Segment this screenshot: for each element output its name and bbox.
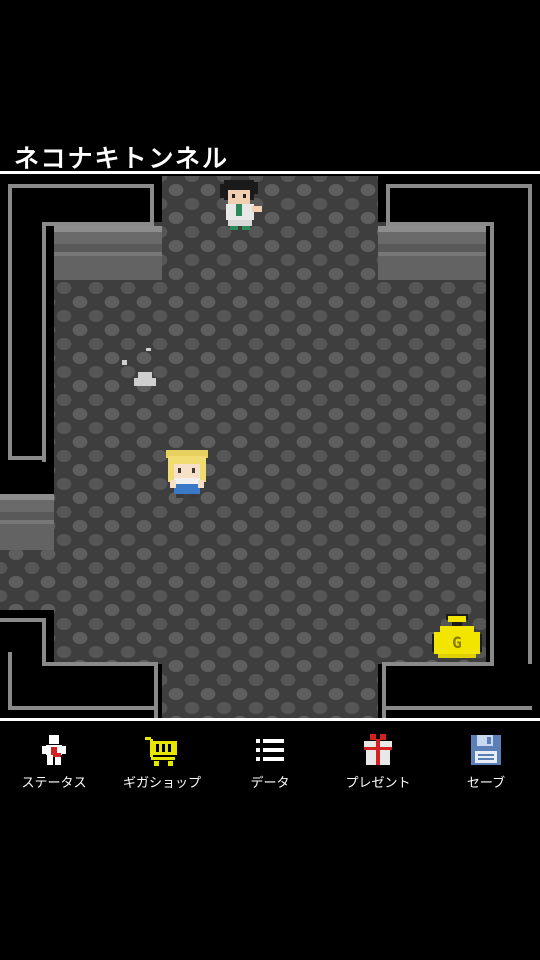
npc-sprite[interactable] — [216, 176, 264, 232]
wall-edge — [0, 618, 46, 622]
wall-face-top-right — [378, 226, 486, 280]
wall-edge — [382, 662, 494, 666]
wall-edge — [386, 184, 532, 188]
wall-edge — [42, 662, 158, 666]
menu-data-label: データ — [250, 776, 290, 791]
wall-edge — [528, 184, 532, 710]
wall-edge — [8, 456, 46, 460]
player-sprite[interactable] — [162, 446, 212, 500]
shopping-cart-icon — [145, 737, 177, 766]
wall-face-top-left — [54, 226, 162, 280]
top-separator — [0, 171, 540, 174]
menu-present-label: プレゼント — [345, 776, 411, 791]
menu-shop-label: ギガショップ — [122, 776, 201, 791]
gold-bag-letter: G — [452, 633, 462, 652]
wall-edge — [8, 184, 12, 460]
location-name: ネコナキトンネル — [14, 144, 230, 173]
wall-face-left — [0, 494, 54, 550]
wall-edge — [490, 222, 494, 672]
wall-edge — [150, 184, 154, 222]
gold-bag-icon[interactable]: G — [430, 610, 484, 662]
wall-edge — [8, 184, 154, 188]
top-blank-area — [0, 0, 540, 135]
menu-status-label: ステータス — [21, 776, 87, 791]
menu-save-label: セーブ — [466, 776, 506, 791]
dust-speck — [146, 348, 151, 351]
game-map[interactable]: G — [0, 176, 540, 718]
menu-data-button[interactable]: データ — [216, 725, 324, 793]
wall-edge — [42, 618, 46, 666]
status-figure-icon — [42, 735, 66, 765]
dust-puff — [134, 378, 156, 386]
floppy-disk-icon — [471, 735, 501, 765]
location-bar: ネコナキトンネル — [0, 135, 540, 173]
list-icon — [256, 739, 284, 761]
menu-present-button[interactable]: プレゼント — [324, 725, 432, 793]
menu-status-button[interactable]: ステータス — [0, 725, 108, 793]
wall-edge — [386, 706, 532, 710]
wall-edge — [8, 706, 154, 710]
gift-box-icon — [364, 734, 392, 765]
bottom-separator — [0, 718, 540, 721]
menu-save-button[interactable]: セーブ — [432, 725, 540, 793]
wall-edge — [386, 184, 390, 222]
wall-edge — [42, 222, 46, 462]
bottom-menu: ステータス ギガショップ データ プレゼント セーブ — [0, 725, 540, 793]
dust-speck — [122, 360, 127, 365]
menu-shop-button[interactable]: ギガショップ — [108, 725, 216, 793]
wall-edge — [154, 662, 158, 718]
wall-edge — [8, 652, 12, 710]
